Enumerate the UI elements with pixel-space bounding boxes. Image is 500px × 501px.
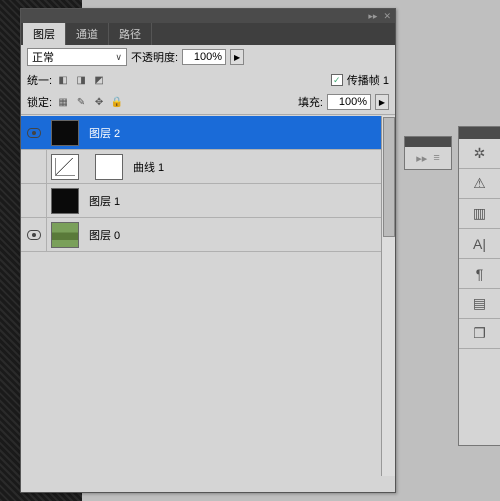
layer-name[interactable]: 曲线 1	[127, 159, 164, 175]
fill-label: 填充:	[298, 94, 323, 110]
blend-mode-select[interactable]: 正常 ∨	[27, 48, 127, 66]
right-dock: ✲ ⚠ ▥ A| ¶ ▤ ❐	[458, 126, 500, 446]
type-icon[interactable]: A|	[471, 235, 489, 253]
layer-row[interactable]: 曲线 1	[21, 150, 395, 184]
eye-icon	[27, 230, 41, 240]
tab-layers[interactable]: 图层	[23, 23, 66, 45]
panel-tabs: 图层 通道 路径	[21, 23, 395, 45]
lock-image-icon[interactable]: ✎	[74, 95, 88, 109]
collapse-icon[interactable]: ▸▸	[368, 11, 377, 22]
lock-position-icon[interactable]: ✥	[92, 95, 106, 109]
unify-label: 统一:	[27, 72, 52, 88]
mini-panel[interactable]: ▸▸ ≡	[404, 136, 452, 170]
menu-icon[interactable]: ≡	[433, 152, 439, 164]
mask-thumbnail[interactable]	[95, 154, 123, 180]
separator	[21, 114, 395, 115]
mini-panel-titlebar[interactable]	[405, 137, 451, 147]
unify-style-icon[interactable]: ◩	[92, 73, 106, 87]
blend-opacity-row: 正常 ∨ 不透明度: 100% ▶	[21, 45, 395, 69]
layer-thumbnail[interactable]	[51, 222, 79, 248]
histogram-icon[interactable]: ▥	[471, 205, 489, 223]
collapse-icon[interactable]: ▸▸	[416, 152, 427, 165]
propagate-checkbox[interactable]: ✓	[331, 74, 343, 86]
unify-visibility-icon[interactable]: ◨	[74, 73, 88, 87]
visibility-toggle[interactable]	[21, 116, 47, 149]
gear-icon[interactable]: ✲	[471, 145, 489, 163]
lock-fill-row: 锁定: ▦ ✎ ✥ 🔒 填充: 100% ▶	[21, 91, 395, 113]
lock-transparent-icon[interactable]: ▦	[56, 95, 70, 109]
layer-row[interactable]: 图层 1	[21, 184, 395, 218]
layers-icon[interactable]: ❐	[471, 325, 489, 343]
layers-panel: ▸▸ ✕ 图层 通道 路径 正常 ∨ 不透明度: 100% ▶ 统一: ◧ ◨ …	[20, 8, 396, 493]
scrollbar-thumb[interactable]	[383, 117, 395, 237]
lock-all-icon[interactable]: 🔒	[110, 95, 124, 109]
opacity-flyout-icon[interactable]: ▶	[230, 49, 244, 65]
tab-paths[interactable]: 路径	[109, 23, 152, 45]
scrollbar[interactable]	[381, 116, 395, 476]
layer-thumbnail[interactable]	[51, 188, 79, 214]
layer-name[interactable]: 图层 2	[83, 125, 120, 141]
blend-mode-value: 正常	[32, 49, 54, 65]
layer-name[interactable]: 图层 0	[83, 227, 120, 243]
layer-name[interactable]: 图层 1	[83, 193, 120, 209]
layer-thumbnail[interactable]	[51, 154, 79, 180]
paragraph-icon[interactable]: ¶	[471, 265, 489, 283]
visibility-toggle[interactable]	[21, 150, 47, 183]
visibility-toggle[interactable]	[21, 218, 47, 251]
opacity-label: 不透明度:	[131, 49, 178, 65]
unify-row: 统一: ◧ ◨ ◩ ✓ 传播帧 1	[21, 69, 395, 91]
layer-row[interactable]: 图层 2	[21, 116, 395, 150]
opacity-input[interactable]: 100%	[182, 49, 226, 65]
layers-list: 图层 2 曲线 1 图层 1 图层 0	[21, 116, 395, 476]
unify-position-icon[interactable]: ◧	[56, 73, 70, 87]
fill-input[interactable]: 100%	[327, 94, 371, 110]
panel-titlebar[interactable]: ▸▸ ✕	[21, 9, 395, 23]
chevron-down-icon: ∨	[115, 52, 122, 63]
lock-label: 锁定:	[27, 94, 52, 110]
fill-flyout-icon[interactable]: ▶	[375, 94, 389, 110]
layer-row[interactable]: 图层 0	[21, 218, 395, 252]
eye-icon	[27, 128, 41, 138]
propagate-label: 传播帧 1	[347, 72, 389, 88]
visibility-toggle[interactable]	[21, 184, 47, 217]
layer-thumbnail[interactable]	[51, 120, 79, 146]
close-icon[interactable]: ✕	[383, 11, 391, 22]
warning-icon[interactable]: ⚠	[471, 175, 489, 193]
dock-titlebar[interactable]	[459, 127, 500, 139]
tab-channels[interactable]: 通道	[66, 23, 109, 45]
swatches-icon[interactable]: ▤	[471, 295, 489, 313]
